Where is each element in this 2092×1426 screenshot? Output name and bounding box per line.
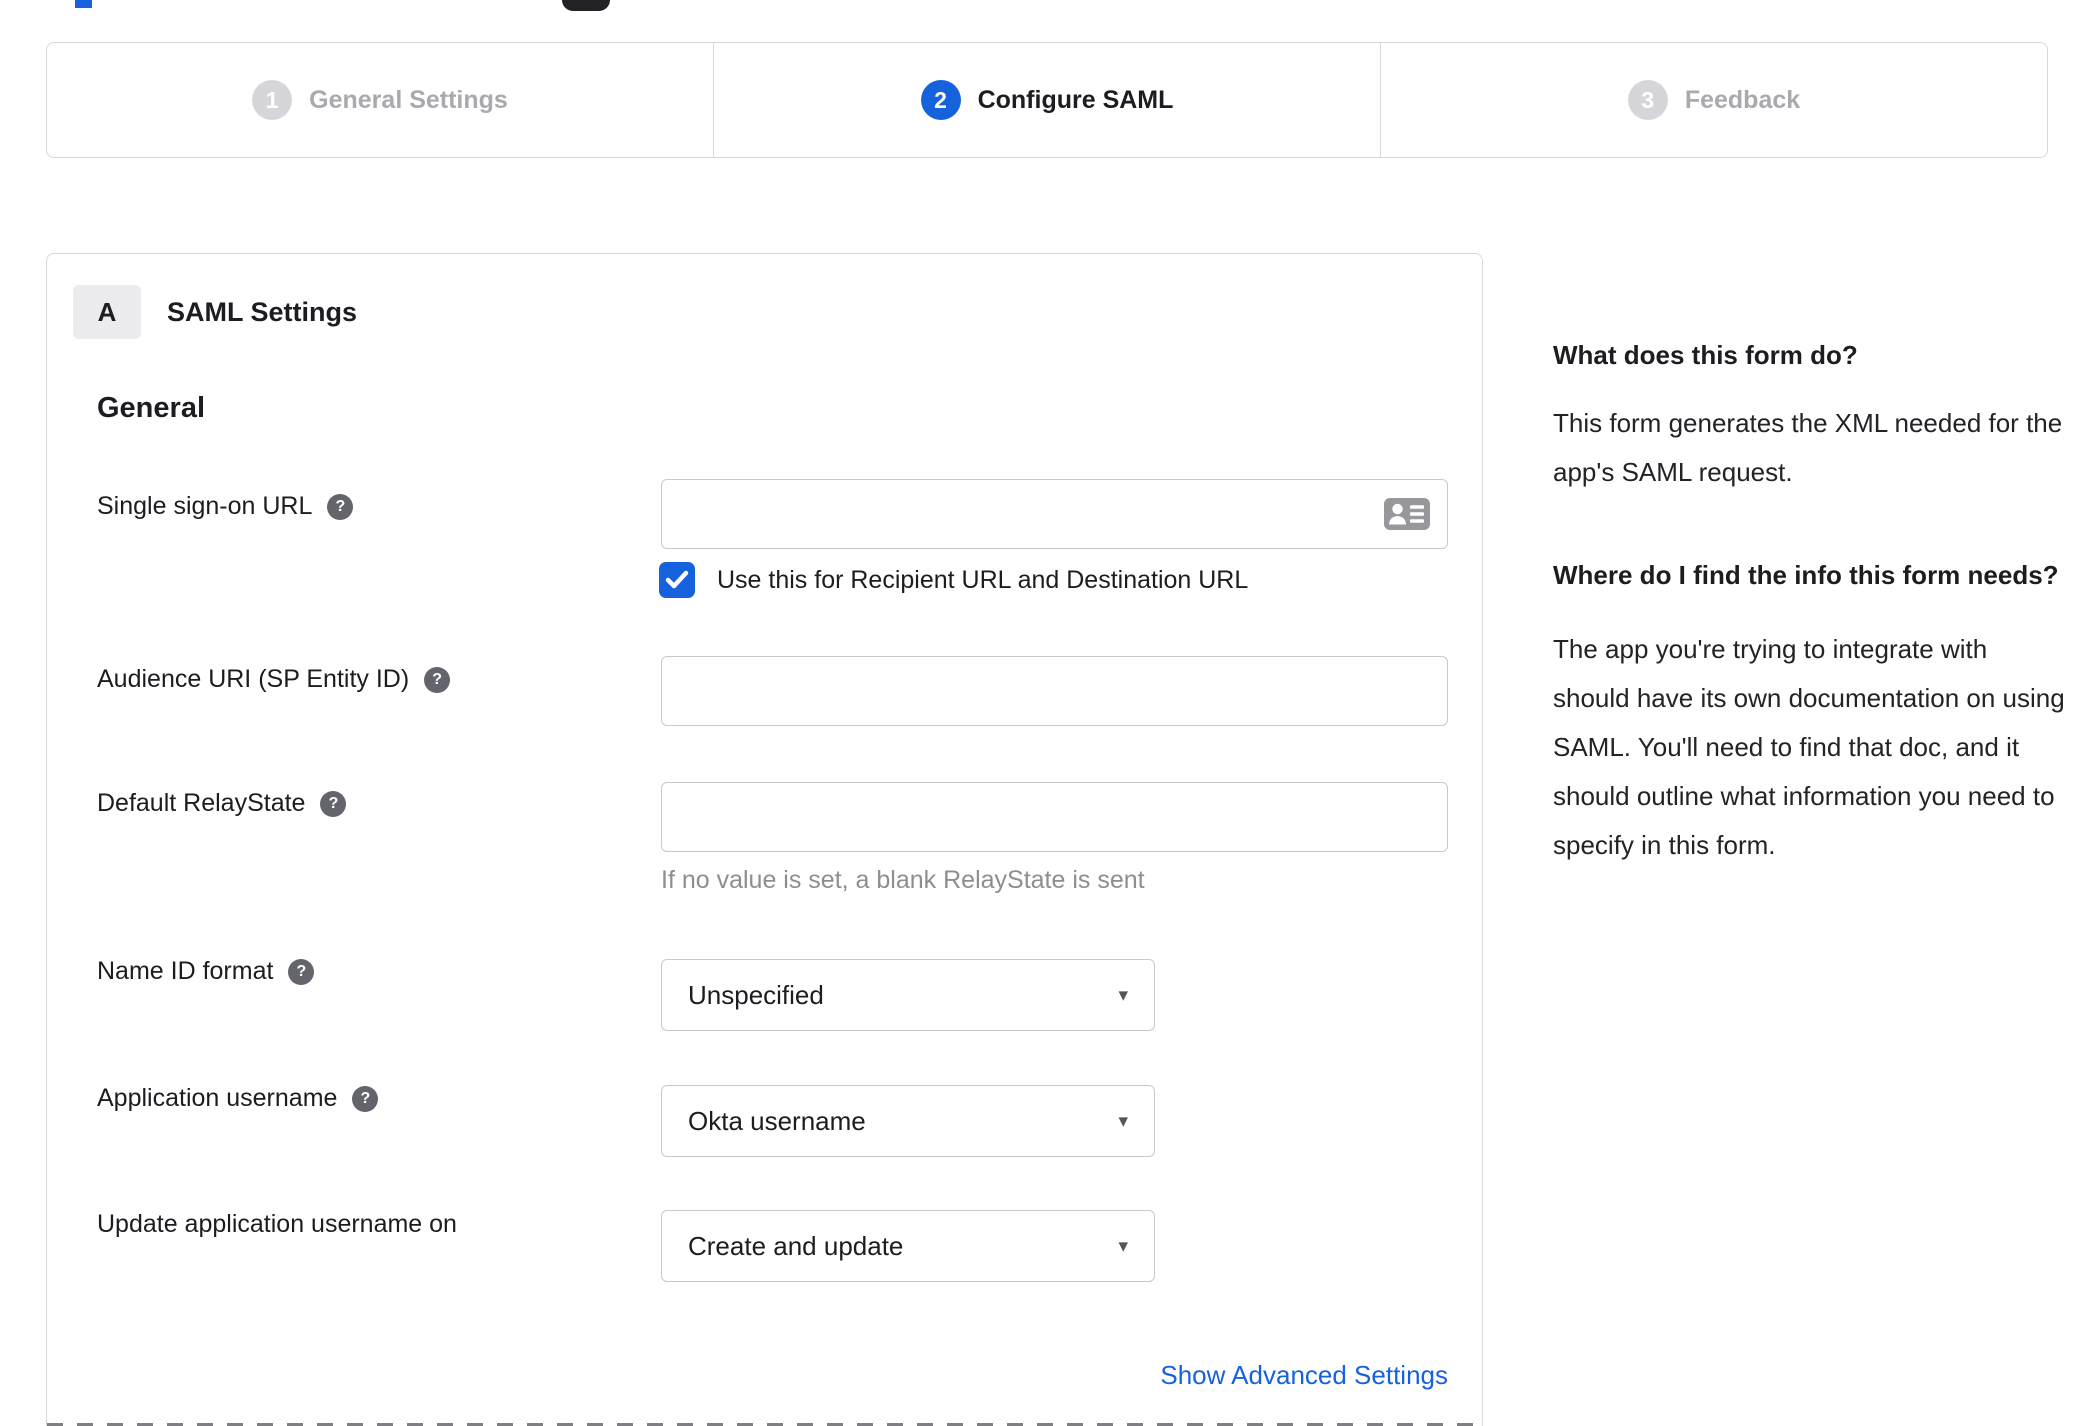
step-feedback[interactable]: 3 Feedback (1380, 43, 2047, 157)
update-app-username-value: Create and update (688, 1230, 904, 1261)
default-relaystate-input[interactable] (661, 782, 1448, 852)
name-id-format-value: Unspecified (688, 979, 824, 1010)
audience-uri-input[interactable] (661, 656, 1448, 726)
chevron-down-icon: ▾ (1118, 1110, 1128, 1132)
step-configure-saml[interactable]: 2 Configure SAML (713, 43, 1380, 157)
help-icon[interactable]: ? (352, 1085, 379, 1112)
step-2-circle: 2 (920, 80, 961, 120)
step-2-label: Configure SAML (977, 85, 1174, 114)
step-3-circle: 3 (1627, 80, 1668, 120)
contact-card-icon (1384, 498, 1430, 530)
step-general-settings[interactable]: 1 General Settings (47, 43, 713, 157)
general-heading: General (97, 392, 205, 424)
step-3-label: Feedback (1684, 85, 1801, 114)
chevron-down-icon: ▾ (1118, 1235, 1128, 1257)
sidebar-heading-where: Where do I find the info this form needs… (1553, 560, 2059, 590)
help-icon[interactable]: ? (288, 958, 315, 985)
help-icon[interactable]: ? (327, 493, 354, 520)
application-username-value: Okta username (688, 1105, 866, 1136)
name-id-format-select[interactable]: Unspecified ▾ (661, 959, 1155, 1031)
cutoff-title-descender (562, 0, 610, 11)
update-app-username-label: Update application username on (97, 1210, 457, 1238)
wizard-stepper: 1 General Settings 2 Configure SAML 3 Fe… (46, 42, 2048, 158)
cutoff-logo-fragment (75, 0, 92, 8)
application-username-select[interactable]: Okta username ▾ (661, 1085, 1155, 1157)
sso-url-label: Single sign-on URL ? (97, 492, 354, 521)
saml-settings-panel: A SAML Settings General Single sign-on U… (46, 253, 1483, 1426)
help-icon[interactable]: ? (320, 790, 347, 817)
update-app-username-select[interactable]: Create and update ▾ (661, 1210, 1155, 1282)
step-1-circle: 1 (252, 80, 293, 120)
use-for-recipient-checkbox[interactable] (659, 562, 695, 598)
name-id-format-label: Name ID format ? (97, 957, 315, 986)
use-for-recipient-label: Use this for Recipient URL and Destinati… (717, 565, 1249, 594)
application-username-label: Application username ? (97, 1084, 379, 1113)
sso-url-input[interactable] (661, 479, 1448, 549)
relaystate-hint: If no value is set, a blank RelayState i… (661, 866, 1145, 894)
sidebar-paragraph-what: This form generates the XML needed for t… (1553, 408, 2063, 487)
help-icon[interactable]: ? (424, 666, 451, 693)
show-advanced-settings-link[interactable]: Show Advanced Settings (661, 1360, 1448, 1391)
section-title: SAML Settings (167, 296, 358, 327)
chevron-down-icon: ▾ (1118, 984, 1128, 1006)
step-1-label: General Settings (309, 85, 508, 114)
sidebar-paragraph-where: The app you're trying to integrate with … (1553, 634, 2065, 860)
default-relaystate-label: Default RelayState ? (97, 789, 347, 818)
audience-uri-label: Audience URI (SP Entity ID) ? (97, 665, 451, 694)
help-sidebar: What does this form do? This form genera… (1553, 333, 2068, 870)
section-a-badge: A (73, 285, 141, 339)
sidebar-heading-what: What does this form do? (1553, 340, 1858, 370)
